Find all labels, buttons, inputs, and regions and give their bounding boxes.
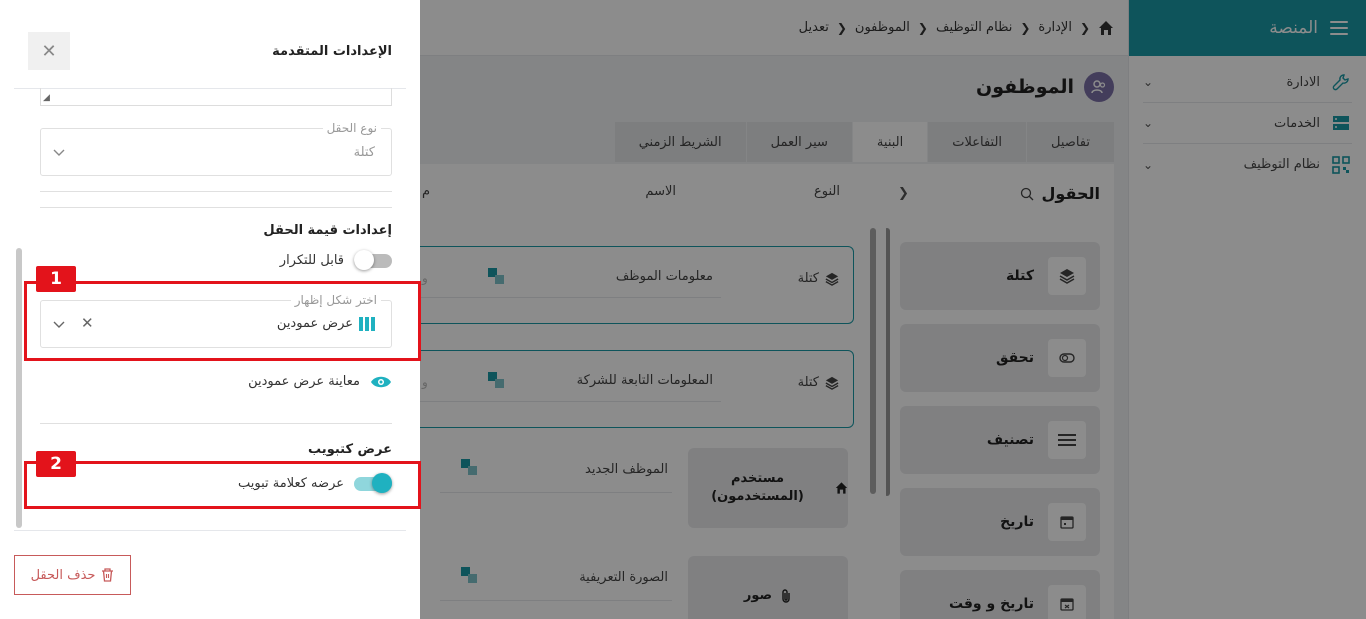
close-button[interactable]: ✕ bbox=[28, 32, 70, 70]
highlight-box-2 bbox=[24, 461, 421, 509]
field-type-value: كتلة bbox=[353, 145, 375, 160]
field-type-legend: نوع الحقل bbox=[322, 121, 381, 135]
delete-field-button[interactable]: حذف الحقل bbox=[14, 555, 131, 595]
eye-icon[interactable] bbox=[370, 375, 392, 389]
close-icon: ✕ bbox=[41, 40, 57, 62]
repeatable-switch[interactable] bbox=[354, 250, 392, 270]
scrollbar[interactable] bbox=[16, 248, 22, 528]
resize-grip-icon[interactable]: ◢ bbox=[43, 93, 50, 103]
value-settings-title: إعدادات قيمة الحقل bbox=[263, 223, 392, 238]
preview-label: معاينة عرض عمودين bbox=[248, 374, 360, 389]
delete-field-label: حذف الحقل bbox=[30, 567, 96, 583]
repeatable-label: قابل للتكرار bbox=[279, 252, 344, 268]
repeatable-toggle-row: قابل للتكرار bbox=[279, 250, 392, 270]
preview-row[interactable]: معاينة عرض عمودين bbox=[248, 374, 392, 389]
textarea-field[interactable]: ◢ bbox=[40, 88, 392, 106]
drawer-title: الإعدادات المتقدمة bbox=[272, 43, 392, 59]
tab-section-title: عرض كتبويب bbox=[308, 442, 392, 457]
highlight-box-1 bbox=[24, 281, 421, 361]
annotation-badge-2: 2 bbox=[36, 451, 76, 477]
field-type-select[interactable]: نوع الحقل كتلة bbox=[40, 121, 392, 176]
annotation-badge-1: 1 bbox=[36, 266, 76, 292]
trash-icon bbox=[102, 568, 114, 582]
modal-backdrop[interactable] bbox=[420, 0, 1366, 619]
chevron-down-icon[interactable] bbox=[53, 147, 65, 159]
